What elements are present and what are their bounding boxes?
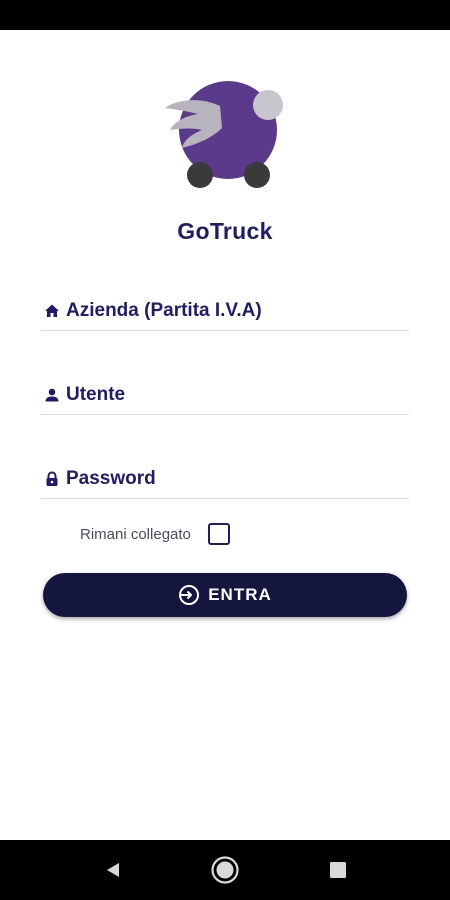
lock-icon xyxy=(43,470,61,488)
login-arrow-icon xyxy=(178,584,200,606)
status-bar xyxy=(0,0,450,30)
login-button[interactable]: ENTRA xyxy=(43,573,407,617)
login-button-label: ENTRA xyxy=(208,585,272,604)
back-triangle-icon[interactable] xyxy=(95,852,131,888)
remember-me-checkbox[interactable] xyxy=(207,523,230,545)
gotruck-logo xyxy=(165,81,283,188)
password-input[interactable] xyxy=(66,468,396,490)
app-title: GoTruck xyxy=(177,218,273,244)
remember-me-row: Rimani collegato xyxy=(80,521,230,547)
login-screen: GoTruck Rimani collegato xyxy=(0,0,450,900)
company-input[interactable] xyxy=(66,300,396,322)
password-field[interactable] xyxy=(41,460,409,499)
company-field[interactable] xyxy=(41,292,409,331)
home-icon xyxy=(43,302,61,320)
user-input[interactable] xyxy=(66,384,396,406)
home-circle-icon[interactable] xyxy=(207,852,243,888)
navigation-bar xyxy=(0,840,450,900)
recents-square-icon[interactable] xyxy=(320,852,356,888)
person-icon xyxy=(43,386,61,404)
user-field[interactable] xyxy=(41,376,409,415)
remember-me-label: Rimani collegato xyxy=(80,525,191,543)
